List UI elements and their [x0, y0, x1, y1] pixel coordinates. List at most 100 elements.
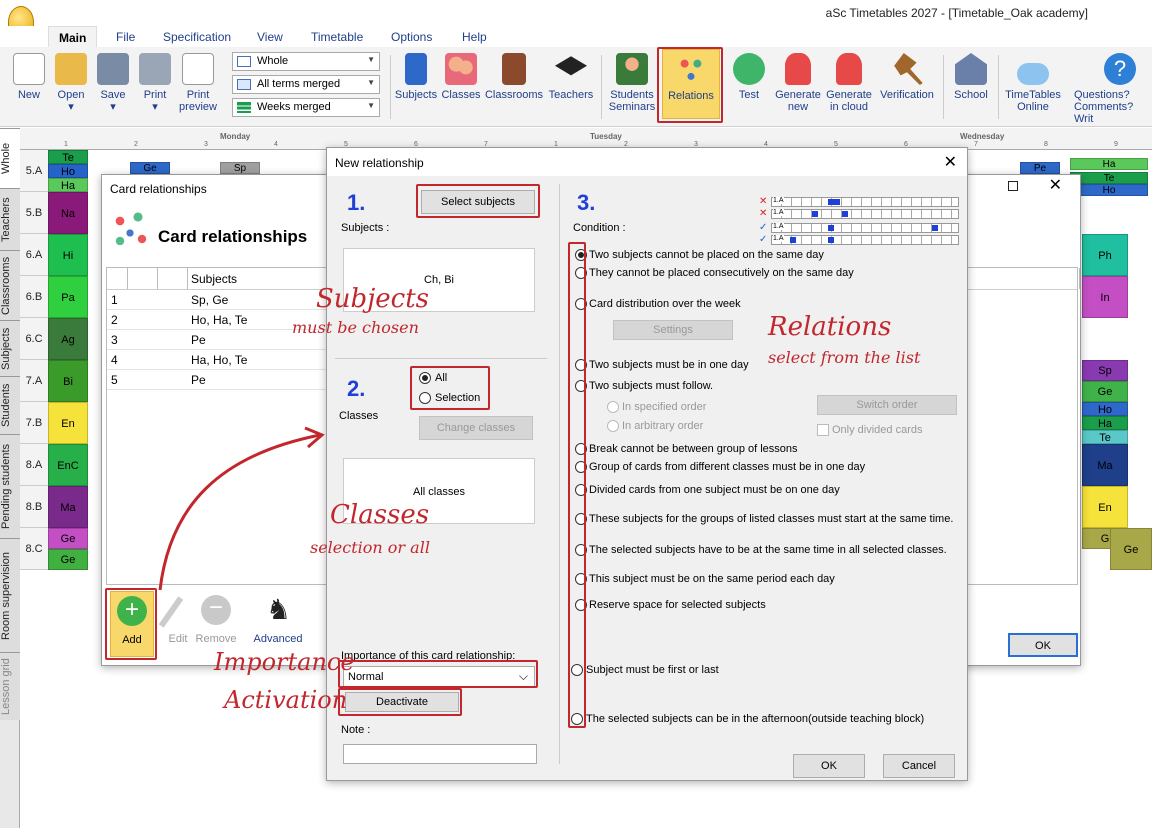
check-icon: ✓ — [759, 234, 768, 245]
lesson-card[interactable]: En — [1082, 486, 1128, 528]
save-button[interactable]: Save ▾ — [96, 53, 130, 113]
lesson-card[interactable]: Ph — [1082, 234, 1128, 276]
lesson-card[interactable]: Ha — [1082, 416, 1128, 430]
table-row[interactable]: 4 Ha, Ho, Te — [107, 350, 328, 370]
row-label[interactable]: 8.A — [20, 444, 48, 486]
select-whole[interactable]: Whole ▼ — [232, 52, 380, 71]
tab-pending-students[interactable]: Pending students — [0, 434, 20, 538]
print-preview-button[interactable]: Print preview — [176, 53, 220, 113]
row-label[interactable]: 7.B — [20, 402, 48, 444]
generate-new-button[interactable]: Generate new — [772, 53, 824, 113]
select-weeks[interactable]: Weeks merged ▼ — [232, 98, 380, 117]
lesson-card[interactable]: Na — [48, 192, 88, 234]
lesson-card[interactable]: Hi — [48, 234, 88, 276]
change-classes-button[interactable]: Change classes — [419, 416, 533, 440]
lesson-card[interactable]: En — [48, 402, 88, 444]
classrooms-button[interactable]: Classrooms — [484, 53, 544, 101]
radio-arbitrary-order[interactable] — [607, 420, 619, 432]
lesson-card[interactable]: Ma — [48, 486, 88, 528]
tab-lesson-grid[interactable]: Lesson grid — [0, 652, 20, 720]
maximize-icon[interactable] — [1008, 181, 1018, 191]
tab-teachers[interactable]: Teachers — [0, 188, 20, 250]
row-label[interactable]: 6.C — [20, 318, 48, 360]
lesson-card[interactable]: Bi — [48, 360, 88, 402]
row-label[interactable]: 6.A — [20, 234, 48, 276]
school-button[interactable]: School — [948, 53, 994, 101]
close-icon[interactable]: ✕ — [1049, 175, 1062, 195]
lesson-card[interactable]: EnC — [48, 444, 88, 486]
lesson-card[interactable]: Sp — [220, 162, 260, 174]
condition-label: Card distribution over the week — [589, 298, 741, 310]
select-terms[interactable]: All terms merged ▼ — [232, 75, 380, 94]
school-building-icon — [955, 53, 987, 85]
lesson-card[interactable]: Ho — [1070, 184, 1148, 196]
ok-button[interactable]: OK — [793, 754, 865, 778]
condition-label: Two subjects cannot be placed on the sam… — [589, 249, 824, 261]
row-label[interactable]: 8.B — [20, 486, 48, 528]
switch-order-button[interactable]: Switch order — [817, 395, 957, 415]
teachers-button[interactable]: Teachers — [546, 53, 596, 101]
row-label[interactable]: 7.A — [20, 360, 48, 402]
lesson-card[interactable]: Pa — [48, 276, 88, 318]
lesson-card[interactable]: Te — [48, 150, 88, 164]
note-input[interactable] — [343, 744, 537, 764]
condition-label: They cannot be placed consecutively on t… — [589, 267, 854, 279]
table-row[interactable]: 1 Sp, Ge — [107, 290, 328, 310]
menu-main[interactable]: Main — [48, 26, 98, 48]
lesson-card[interactable]: Ha — [1070, 158, 1148, 170]
timetables-online-button[interactable]: TimeTables Online — [1002, 53, 1064, 113]
lesson-card[interactable]: Ge — [48, 549, 88, 570]
lesson-card[interactable]: In — [1082, 276, 1128, 318]
print-button[interactable]: Print ▾ — [138, 53, 172, 113]
edit-button[interactable]: Edit — [158, 591, 198, 657]
lesson-card[interactable]: Pe — [1020, 162, 1060, 174]
tab-room-supervision[interactable]: Room supervision — [0, 538, 20, 652]
settings-button[interactable]: Settings — [613, 320, 733, 340]
arbitrary-order-label: In arbitrary order — [622, 420, 704, 432]
table-row[interactable]: 5 Pe — [107, 370, 328, 390]
card-ok-button[interactable]: OK — [1008, 633, 1078, 657]
lesson-card[interactable]: Te — [1082, 430, 1128, 444]
close-icon[interactable]: ✕ — [944, 152, 957, 172]
menu-file[interactable]: File — [116, 30, 135, 44]
lesson-card[interactable]: Ma — [1082, 444, 1128, 486]
lesson-card[interactable]: Ho — [48, 164, 88, 178]
siren-icon — [785, 53, 811, 85]
classes-button[interactable]: Classes — [440, 53, 482, 101]
verification-button[interactable]: Verification — [876, 53, 938, 101]
row-label[interactable]: 8.C — [20, 528, 48, 570]
menu-specification[interactable]: Specification — [163, 30, 231, 44]
lesson-card[interactable]: Ge — [1110, 528, 1152, 570]
tab-whole[interactable]: Whole — [0, 128, 20, 188]
cancel-button[interactable]: Cancel — [883, 754, 955, 778]
column-subjects[interactable]: Subjects — [191, 272, 237, 286]
students-seminars-button[interactable]: Students Seminars — [604, 53, 660, 113]
row-label[interactable]: 5.B — [20, 192, 48, 234]
lesson-card[interactable]: Ag — [48, 318, 88, 360]
open-button[interactable]: Open ▾ — [52, 53, 90, 113]
radio-specified-order[interactable] — [607, 401, 619, 413]
lesson-card[interactable]: Ge — [48, 528, 88, 549]
lesson-card[interactable]: Ha — [48, 178, 88, 192]
new-button[interactable]: New — [12, 53, 46, 101]
menu-view[interactable]: View — [257, 30, 283, 44]
lesson-card[interactable]: Te — [1070, 172, 1148, 184]
menu-options[interactable]: Options — [391, 30, 432, 44]
lesson-card[interactable]: Sp — [1082, 360, 1128, 381]
lesson-card[interactable]: Ho — [1082, 402, 1128, 416]
generate-cloud-button[interactable]: Generate in cloud — [824, 53, 874, 113]
only-divided-checkbox[interactable] — [817, 424, 829, 436]
lesson-card[interactable]: Ge — [1082, 381, 1128, 402]
menu-timetable[interactable]: Timetable — [311, 30, 363, 44]
subjects-button[interactable]: Subjects — [394, 53, 438, 101]
menu-help[interactable]: Help — [462, 30, 487, 44]
tab-subjects[interactable]: Subjects — [0, 320, 20, 376]
row-label[interactable]: 6.B — [20, 276, 48, 318]
highlight-importance — [338, 660, 538, 688]
lesson-card[interactable]: Ge — [130, 162, 170, 174]
row-label[interactable]: 5.A — [20, 150, 48, 192]
questions-button[interactable]: ? Questions? Comments? Writ — [1068, 53, 1152, 125]
test-button[interactable]: Test — [728, 53, 770, 101]
tab-students[interactable]: Students — [0, 376, 20, 434]
tab-classrooms[interactable]: Classrooms — [0, 250, 20, 320]
